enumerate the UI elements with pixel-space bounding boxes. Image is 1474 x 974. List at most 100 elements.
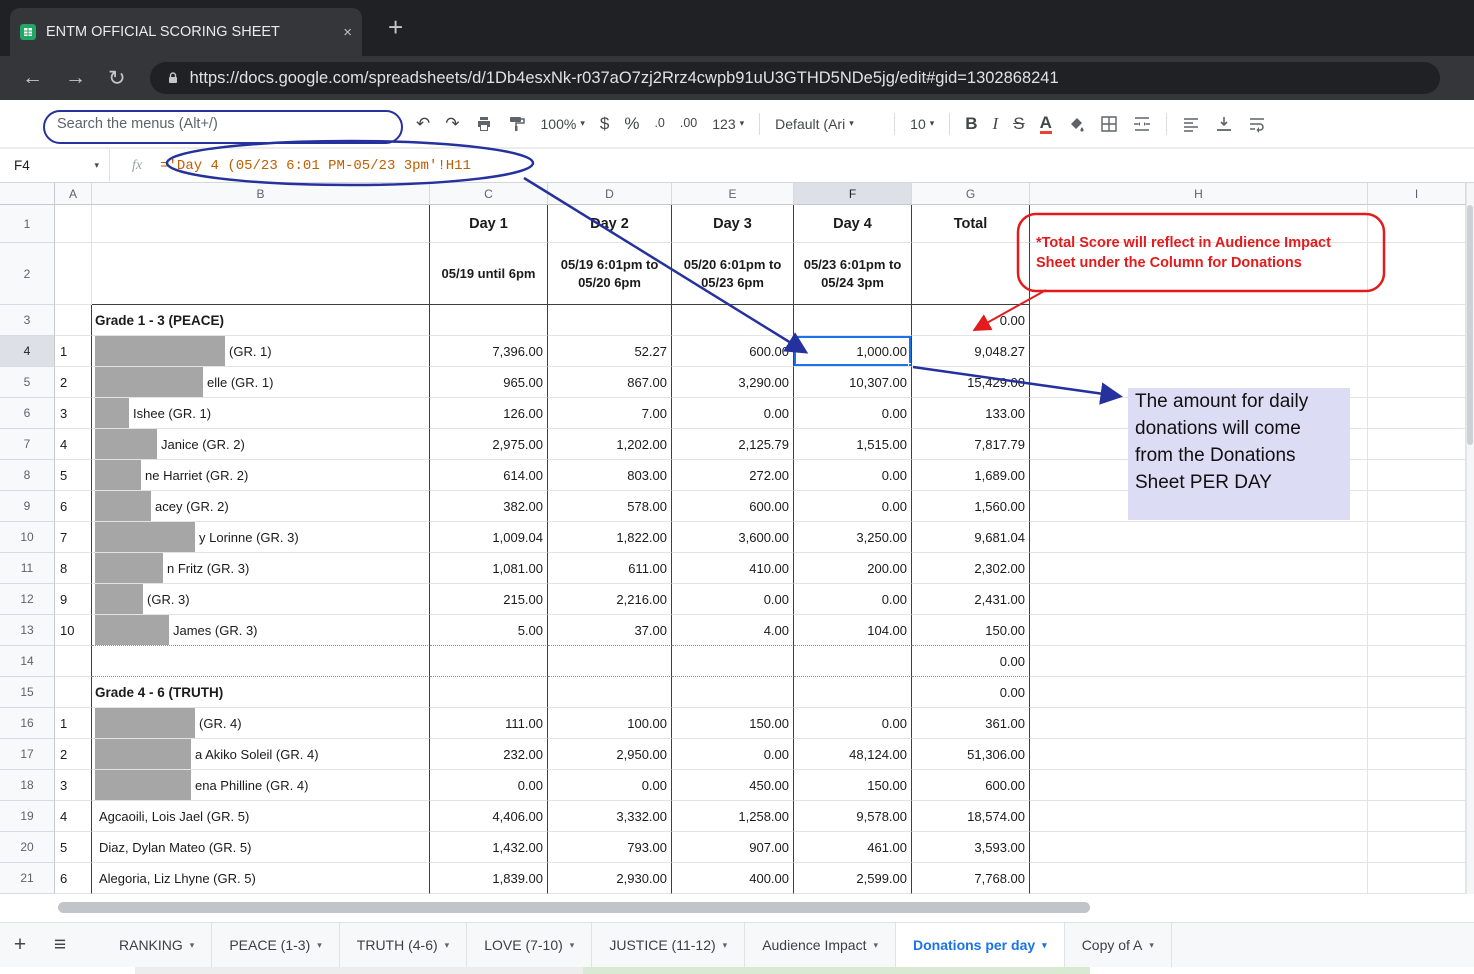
chevron-down-icon[interactable]: ▾ [190, 940, 195, 951]
column-header-D[interactable]: D [548, 183, 672, 205]
cell-A8[interactable]: 5 [55, 460, 92, 491]
cell-C9[interactable]: 382.00 [430, 491, 548, 522]
cell-G3[interactable]: 0.00 [912, 305, 1030, 336]
cell-F1[interactable]: Day 4 [794, 205, 912, 243]
cell-B11[interactable]: n Fritz (GR. 3) [92, 553, 430, 584]
cell-I6[interactable] [1368, 398, 1466, 429]
row-header-8[interactable]: 8 [0, 460, 55, 491]
cell-F9[interactable]: 0.00 [794, 491, 912, 522]
cell-G15[interactable]: 0.00 [912, 677, 1030, 708]
row-header-3[interactable]: 3 [0, 305, 55, 336]
browser-tab[interactable]: ENTM OFFICIAL SCORING SHEET × [10, 8, 362, 56]
cell-C14[interactable] [430, 646, 548, 677]
undo-icon[interactable]: ↶ [416, 115, 430, 132]
cell-D1[interactable]: Day 2 [548, 205, 672, 243]
sheet-tab-copy-of-a[interactable]: Copy of A ▾ [1065, 923, 1172, 967]
cell-C1[interactable]: Day 1 [430, 205, 548, 243]
cell-I17[interactable] [1368, 739, 1466, 770]
cell-E8[interactable]: 272.00 [672, 460, 794, 491]
cell-A18[interactable]: 3 [55, 770, 92, 801]
cell-A4[interactable]: 1 [55, 336, 92, 367]
cell-E18[interactable]: 450.00 [672, 770, 794, 801]
cell-H21[interactable] [1030, 863, 1368, 894]
column-header-I[interactable]: I [1368, 183, 1466, 205]
reload-icon[interactable]: ↻ [108, 66, 126, 91]
merge-cells-icon[interactable] [1133, 115, 1151, 133]
cell-B18[interactable]: ena Philline (GR. 4) [92, 770, 430, 801]
cell-A16[interactable]: 1 [55, 708, 92, 739]
cell-F5[interactable]: 10,307.00 [794, 367, 912, 398]
cell-D15[interactable] [548, 677, 672, 708]
cell-B7[interactable]: Janice (GR. 2) [92, 429, 430, 460]
cell-H20[interactable] [1030, 832, 1368, 863]
column-header-G[interactable]: G [912, 183, 1030, 205]
cell-B10[interactable]: y Lorinne (GR. 3) [92, 522, 430, 553]
cell-F15[interactable] [794, 677, 912, 708]
cell-B12[interactable]: (GR. 3) [92, 584, 430, 615]
cell-H17[interactable] [1030, 739, 1368, 770]
row-header-15[interactable]: 15 [0, 677, 55, 708]
cell-G18[interactable]: 600.00 [912, 770, 1030, 801]
cell-C17[interactable]: 232.00 [430, 739, 548, 770]
italic-button[interactable]: I [993, 115, 999, 132]
cell-D17[interactable]: 2,950.00 [548, 739, 672, 770]
chevron-down-icon[interactable]: ▾ [1149, 940, 1154, 951]
back-icon[interactable]: ← [22, 66, 43, 90]
cell-D7[interactable]: 1,202.00 [548, 429, 672, 460]
row-header-14[interactable]: 14 [0, 646, 55, 677]
cell-I21[interactable] [1368, 863, 1466, 894]
cell-F8[interactable]: 0.00 [794, 460, 912, 491]
cell-C7[interactable]: 2,975.00 [430, 429, 548, 460]
cell-E9[interactable]: 600.00 [672, 491, 794, 522]
cell-I3[interactable] [1368, 305, 1466, 336]
cell-I5[interactable] [1368, 367, 1466, 398]
cell-I9[interactable] [1368, 491, 1466, 522]
cell-B1[interactable] [92, 205, 430, 243]
cell-D16[interactable]: 100.00 [548, 708, 672, 739]
cell-A12[interactable]: 9 [55, 584, 92, 615]
row-header-7[interactable]: 7 [0, 429, 55, 460]
cell-A3[interactable] [55, 305, 92, 336]
cell-G14[interactable]: 0.00 [912, 646, 1030, 677]
vertical-scrollbar[interactable] [1467, 205, 1473, 445]
cell-E5[interactable]: 3,290.00 [672, 367, 794, 398]
cell-D19[interactable]: 3,332.00 [548, 801, 672, 832]
cell-F13[interactable]: 104.00 [794, 615, 912, 646]
cell-E2[interactable]: 05/20 6:01pm to 05/23 6pm [672, 243, 794, 305]
row-header-11[interactable]: 11 [0, 553, 55, 584]
chevron-down-icon[interactable]: ▾ [1042, 940, 1047, 951]
cell-A1[interactable] [55, 205, 92, 243]
cell-G7[interactable]: 7,817.79 [912, 429, 1030, 460]
cell-D20[interactable]: 793.00 [548, 832, 672, 863]
cell-I7[interactable] [1368, 429, 1466, 460]
cell-B8[interactable]: ne Harriet (GR. 2) [92, 460, 430, 491]
font-size-select[interactable]: 10 ▾ [910, 116, 934, 132]
cell-A13[interactable]: 10 [55, 615, 92, 646]
cell-B19[interactable]: Agcaoili, Lois Jael (GR. 5) [92, 801, 430, 832]
cell-I18[interactable] [1368, 770, 1466, 801]
row-header-20[interactable]: 20 [0, 832, 55, 863]
cell-C8[interactable]: 614.00 [430, 460, 548, 491]
row-header-19[interactable]: 19 [0, 801, 55, 832]
cell-C21[interactable]: 1,839.00 [430, 863, 548, 894]
cell-A21[interactable]: 6 [55, 863, 92, 894]
cell-F3[interactable] [794, 305, 912, 336]
cell-D4[interactable]: 52.27 [548, 336, 672, 367]
cell-A14[interactable] [55, 646, 92, 677]
cell-A10[interactable]: 7 [55, 522, 92, 553]
cell-I14[interactable] [1368, 646, 1466, 677]
cell-C15[interactable] [430, 677, 548, 708]
cell-B5[interactable]: elle (GR. 1) [92, 367, 430, 398]
cell-B4[interactable]: (GR. 1) [92, 336, 430, 367]
cell-G20[interactable]: 3,593.00 [912, 832, 1030, 863]
cell-G10[interactable]: 9,681.04 [912, 522, 1030, 553]
chevron-down-icon[interactable]: ▾ [723, 940, 728, 951]
bold-button[interactable]: B [965, 115, 977, 132]
cell-F16[interactable]: 0.00 [794, 708, 912, 739]
cell-H14[interactable] [1030, 646, 1368, 677]
horizontal-align-icon[interactable] [1182, 115, 1200, 133]
cell-D2[interactable]: 05/19 6:01pm to 05/20 6pm [548, 243, 672, 305]
row-header-16[interactable]: 16 [0, 708, 55, 739]
cell-D9[interactable]: 578.00 [548, 491, 672, 522]
cell-F10[interactable]: 3,250.00 [794, 522, 912, 553]
